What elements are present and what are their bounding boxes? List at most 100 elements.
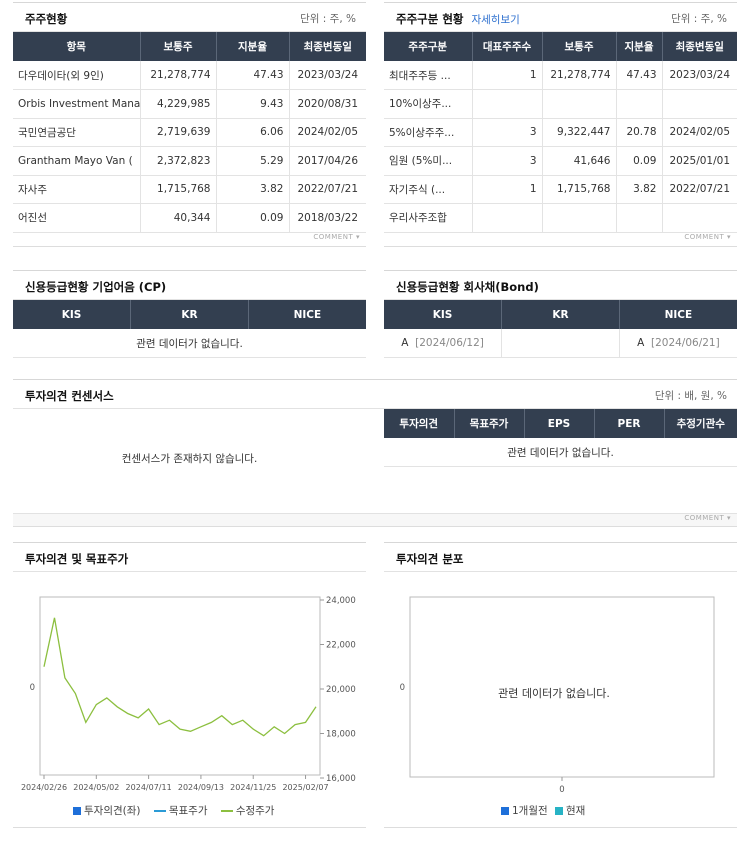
- table-row: Grantham Mayo Van (2,372,823 5.29 2017/04/…: [13, 146, 366, 176]
- col-header: KR: [501, 300, 620, 329]
- ownership-ratio: 0.09: [216, 203, 290, 233]
- representative-count: [472, 89, 543, 119]
- table-header-row: KIS KR NICE: [384, 300, 737, 329]
- legend-swatch: [153, 810, 166, 812]
- plot-area: [39, 596, 321, 776]
- ownership-ratio: 20.78: [616, 118, 663, 147]
- holder-type: 우리사주조합: [384, 203, 473, 233]
- legend-item-price[interactable]: 수정주가: [220, 805, 274, 817]
- x-tick-label: 2024/11/25: [230, 783, 276, 792]
- common-shares: 41,646: [542, 146, 617, 176]
- legend-item-target[interactable]: 목표주가: [153, 805, 207, 817]
- y-tick-label: 22,000: [326, 641, 356, 651]
- price-chart-legend: 투자의견(좌) 목표주가 수정주가: [73, 803, 284, 818]
- common-shares: 2,719,639: [140, 118, 217, 147]
- shareholders-unit: 단위 : 주, %: [300, 13, 356, 25]
- common-shares: [542, 203, 617, 233]
- legend-item-now[interactable]: 현재: [555, 805, 585, 817]
- col-header: 최종변동일: [662, 32, 737, 61]
- no-data-message: 관련 데이터가 없습니다.: [384, 438, 737, 467]
- y-tick-label: 20,000: [326, 685, 356, 695]
- table-row: 국민연금공단 2,719,639 6.06 2024/02/05: [13, 118, 366, 147]
- x-tick-label: 2024/02/26: [21, 783, 67, 792]
- dist-chart-title: 투자의견 분포: [396, 552, 464, 566]
- last-change-date: 2017/04/26: [289, 146, 366, 176]
- holder-types-header: 주주구분 현황 자세히보기 단위 : 주, %: [384, 2, 737, 32]
- holder-types-table: 주주구분 대표주주수 보통주 지분율 최종변동일 최대주주등 ... 1 21,27…: [384, 32, 737, 233]
- holder-type: 10%이상주...: [384, 89, 473, 119]
- col-header: KIS: [384, 300, 503, 329]
- holder-name[interactable]: Grantham Mayo Van (: [13, 146, 141, 176]
- dist-chart-header: 투자의견 분포: [384, 542, 737, 572]
- holder-name[interactable]: Orbis Investment Mana: [13, 89, 141, 119]
- y-tick-label: 24,000: [326, 596, 356, 606]
- credit-cp-title: 신용등급현황 기업어음 (CP): [25, 280, 167, 294]
- x-tick-label: 2024/09/13: [178, 783, 224, 792]
- representative-count: 1: [472, 175, 543, 204]
- col-header: EPS: [524, 409, 595, 438]
- detail-link[interactable]: 자세히보기: [471, 14, 519, 26]
- table-row: 관련 데이터가 없습니다.: [13, 329, 366, 358]
- ownership-ratio: 5.29: [216, 146, 290, 176]
- col-header: 추정기관수: [664, 409, 737, 438]
- legend-swatch: [501, 807, 509, 815]
- x-tick-label: 2025/02/07: [282, 783, 328, 792]
- common-shares: 40,344: [140, 203, 217, 233]
- legend-swatch: [220, 810, 233, 812]
- consensus-title: 투자의견 컨센서스: [25, 389, 114, 403]
- table-row: 임원 (5%미... 3 41,646 0.09 2025/01/01: [384, 146, 737, 176]
- col-header: 항목: [13, 32, 141, 61]
- holder-name[interactable]: 자사주: [13, 175, 141, 204]
- consensus-panel: 투자의견 컨센서스 단위 : 배, 원, % 컨센서스가 존재하지 않습니다. …: [13, 379, 737, 527]
- common-shares: [542, 89, 617, 119]
- holder-name[interactable]: 국민연금공단: [13, 118, 141, 147]
- table-header-row: 항목 보통주 지분율 최종변동일: [13, 32, 366, 61]
- shareholders-table: 항목 보통주 지분율 최종변동일 다우데이타(외 9인) 21,278,774 47…: [13, 32, 366, 233]
- col-header: 목표주가: [454, 409, 525, 438]
- holder-type: 5%이상주주...: [384, 118, 473, 147]
- ownership-ratio: 3.82: [216, 175, 290, 204]
- table-row: 우리사주조합: [384, 203, 737, 233]
- col-header: 보통주: [140, 32, 217, 61]
- legend-item-opinion[interactable]: 투자의견(좌): [73, 805, 141, 817]
- dist-chart-legend: 1개월전 현재: [501, 803, 595, 818]
- last-change-date: 2023/03/24: [289, 61, 366, 90]
- last-change-date: 2024/02/05: [662, 118, 737, 147]
- representative-count: 3: [472, 146, 543, 176]
- y-tick-label: 16,000: [326, 774, 356, 784]
- table-header-row: KIS KR NICE: [13, 300, 366, 329]
- holder-types-comment-toggle[interactable]: COMMENT ▾: [384, 233, 737, 247]
- y-left-tick-label: 0: [30, 683, 35, 693]
- x-tick-label: 2024/07/11: [126, 783, 172, 792]
- table-header-row: 주주구분 대표주주수 보통주 지분율 최종변동일: [384, 32, 737, 61]
- consensus-header: 투자의견 컨센서스 단위 : 배, 원, %: [13, 379, 737, 409]
- last-change-date: 2024/02/05: [289, 118, 366, 147]
- ownership-ratio: 47.43: [216, 61, 290, 90]
- common-shares: 1,715,768: [542, 175, 617, 204]
- table-row: 관련 데이터가 없습니다.: [384, 438, 737, 467]
- y-tick-label: 18,000: [326, 730, 356, 740]
- consensus-empty-message: 컨센서스가 존재하지 않습니다.: [121, 453, 258, 465]
- col-header: PER: [594, 409, 665, 438]
- credit-bond-panel: 신용등급현황 회사채(Bond) KIS KR NICE A [2024/06/…: [384, 270, 737, 358]
- shareholders-comment-toggle[interactable]: COMMENT ▾: [13, 233, 366, 247]
- holder-name[interactable]: 어진선: [13, 203, 141, 233]
- holder-types-panel: 주주구분 현황 자세히보기 단위 : 주, % 주주구분 대표주주수 보통주 지분…: [384, 2, 737, 247]
- holder-name[interactable]: 다우데이타(외 9인): [13, 61, 141, 90]
- x-tick-label: 0: [559, 785, 564, 795]
- ownership-ratio: [616, 89, 663, 119]
- kr-rating: [501, 329, 620, 358]
- ownership-ratio: 47.43: [616, 61, 663, 90]
- y-tick-label: 0: [400, 683, 405, 693]
- common-shares: 21,278,774: [140, 61, 217, 90]
- x-tick-label: 2024/05/02: [73, 783, 119, 792]
- holder-type: 임원 (5%미...: [384, 146, 473, 176]
- table-row: 자기주식 (... 1 1,715,768 3.82 2022/07/21: [384, 175, 737, 204]
- consensus-comment-toggle[interactable]: COMMENT ▾: [13, 513, 737, 527]
- col-header: 보통주: [542, 32, 617, 61]
- shareholders-title: 주주현황: [25, 12, 68, 26]
- common-shares: 1,715,768: [140, 175, 217, 204]
- no-data-message: 관련 데이터가 없습니다.: [498, 687, 610, 700]
- col-header: 대표주주수: [472, 32, 543, 61]
- legend-item-prev[interactable]: 1개월전: [501, 805, 548, 817]
